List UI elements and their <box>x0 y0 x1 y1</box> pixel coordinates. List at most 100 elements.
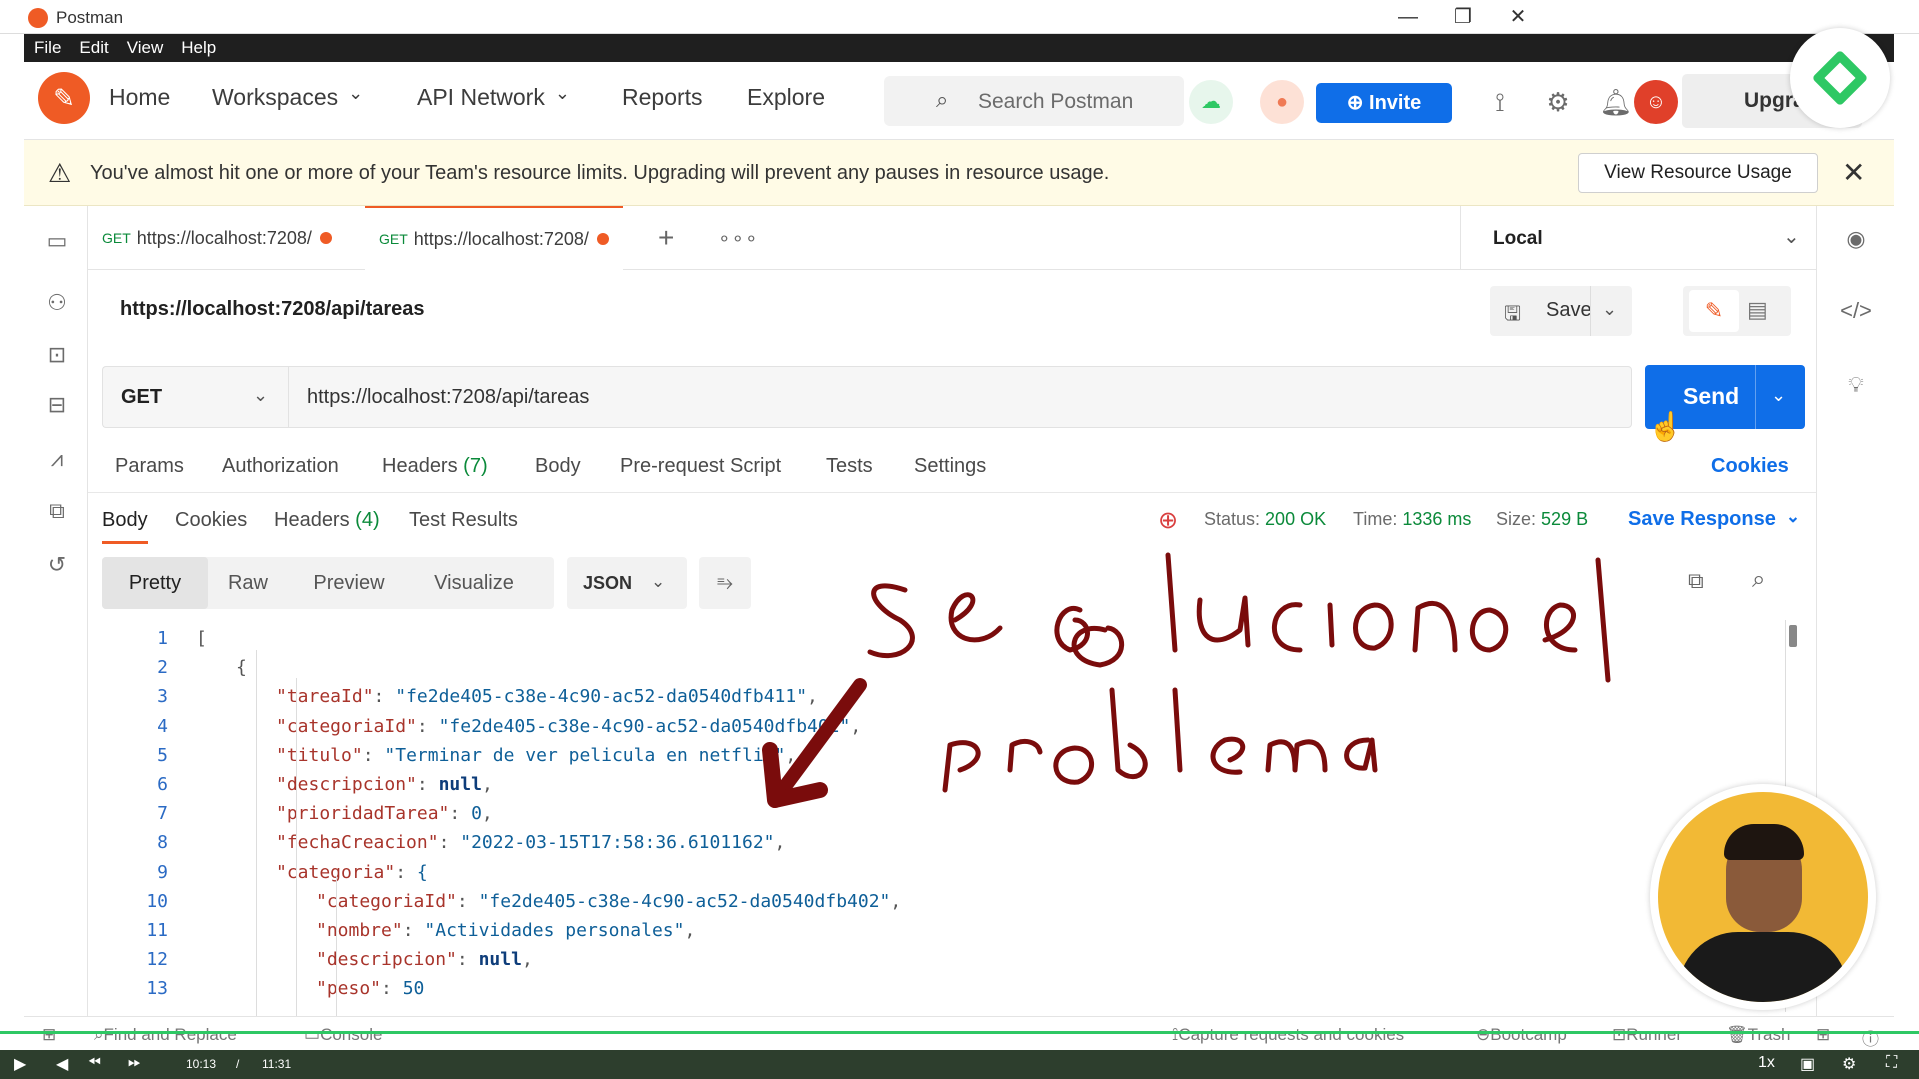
close-window-icon[interactable]: ✕ <box>1498 4 1538 30</box>
save-response-button[interactable]: Save Response ⌄ <box>1628 507 1800 531</box>
tab-settings[interactable]: Settings <box>914 455 986 478</box>
code-icon[interactable]: </> <box>1839 298 1873 324</box>
minimize-icon[interactable]: — <box>1388 4 1428 30</box>
save-icon[interactable]: 🖫 <box>1504 299 1521 333</box>
close-icon[interactable]: ✕ <box>1842 156 1865 189</box>
view-visualize[interactable]: Visualize <box>410 557 538 609</box>
copy-icon[interactable]: ⧉ <box>1688 568 1704 594</box>
postman-logo-icon[interactable]: ✎ <box>38 72 90 124</box>
globe-icon[interactable]: ⊕ <box>1158 506 1178 535</box>
team-avatar-icon[interactable]: ● <box>1260 80 1304 124</box>
json-value: null <box>438 774 482 795</box>
picture-in-picture-icon[interactable]: ▣ <box>1800 1054 1815 1074</box>
scrollbar[interactable] <box>1789 625 1797 647</box>
nav-api-network[interactable]: API Network ⌄ <box>417 83 570 111</box>
save-button[interactable]: Save <box>1546 299 1592 322</box>
eye-icon[interactable]: ◉ <box>1839 226 1873 252</box>
view-pretty[interactable]: Pretty <box>102 557 208 609</box>
play-icon[interactable]: ▶ <box>14 1054 26 1074</box>
response-tab-headers[interactable]: Headers (4) <box>274 509 380 532</box>
satellite-icon[interactable]: ⟟ <box>1482 84 1518 120</box>
send-options-chevron-icon[interactable]: ⌄ <box>1771 385 1786 406</box>
tab-tests[interactable]: Tests <box>826 455 873 478</box>
bell-icon[interactable]: 🔔︎ <box>1598 84 1634 120</box>
lightbulb-icon[interactable]: 💡︎ <box>1839 372 1873 398</box>
find-replace-button[interactable]: ⌕ Find and Replace <box>94 1025 237 1045</box>
code-line: [ <box>196 628 207 649</box>
tab-headers[interactable]: Headers (7) <box>382 455 488 478</box>
flows-icon[interactable]: ⧉ <box>44 498 70 524</box>
monitors-icon[interactable]: ⩘ <box>44 446 70 472</box>
view-preview[interactable]: Preview <box>288 557 410 609</box>
response-tab-body[interactable]: Body <box>102 509 148 544</box>
method-select[interactable]: GET ⌄ <box>102 366 288 428</box>
menu-help[interactable]: Help <box>181 34 216 62</box>
save-button-group: 🖫 Save ⌄ <box>1490 286 1632 336</box>
apis-icon[interactable]: ⚇ <box>44 290 70 316</box>
environment-selector[interactable]: Local ⌄ <box>1460 206 1816 270</box>
fast-forward-icon[interactable]: ⏩︎ <box>128 1054 141 1072</box>
menu-edit[interactable]: Edit <box>79 34 108 62</box>
nav-workspaces-label: Workspaces <box>212 84 339 110</box>
tab-authorization[interactable]: Authorization <box>222 455 339 478</box>
tab-request-2[interactable]: GET https://localhost:7208/ <box>365 206 623 270</box>
json-punct: , <box>890 890 902 912</box>
json-punct: , <box>807 686 818 708</box>
environments-icon[interactable]: ⊡ <box>44 342 70 368</box>
history-icon[interactable]: ↺ <box>44 552 70 578</box>
console-button[interactable]: ▭ Console <box>304 1025 382 1045</box>
response-body-code[interactable]: 1 [2 {3 "tareaId": "fe2de405-c38e-4c90-ac52… <box>88 620 1788 1030</box>
two-pane-icon[interactable]: ⊞ <box>42 1025 56 1045</box>
trash-button[interactable]: 🗑︎ Trash <box>1726 1025 1790 1045</box>
video-progress-bar[interactable] <box>0 1031 1919 1034</box>
sync-status-icon[interactable]: ☁ <box>1189 80 1233 124</box>
layout-icon[interactable]: ⊞ <box>1816 1025 1830 1045</box>
new-tab-plus-icon[interactable]: + <box>658 222 674 254</box>
invite-button[interactable]: ⊕ Invite <box>1316 83 1452 123</box>
fullscreen-icon[interactable]: ⛶ <box>1886 1054 1897 1072</box>
tab-prerequest-script[interactable]: Pre-request Script <box>620 455 781 478</box>
search-bar[interactable]: ⌕ Search Postman <box>884 76 1184 126</box>
mock-servers-icon[interactable]: ⊟ <box>44 392 70 418</box>
code-line: "titulo": "Terminar de ver pelicula en n… <box>276 744 797 766</box>
menu-view[interactable]: View <box>127 34 164 62</box>
volume-icon[interactable]: ◀︎ <box>56 1054 68 1074</box>
more-tabs-icon[interactable]: ∘∘∘ <box>718 226 759 251</box>
view-raw[interactable]: Raw <box>208 557 288 609</box>
collections-icon[interactable]: ▭ <box>44 228 70 254</box>
nav-explore[interactable]: Explore <box>747 84 825 111</box>
format-select[interactable]: JSON ⌄ <box>567 557 687 609</box>
gear-icon[interactable]: ⚙ <box>1540 84 1576 120</box>
rewind-icon[interactable]: ⏪︎ <box>88 1054 101 1072</box>
wrap-lines-icon[interactable]: ⥱ <box>699 557 751 609</box>
code-line: { <box>236 657 247 678</box>
request-name[interactable]: https://localhost:7208/api/tareas <box>120 298 425 321</box>
nav-reports[interactable]: Reports <box>622 84 703 111</box>
capture-button[interactable]: ⟟ Capture requests and cookies <box>1172 1025 1404 1045</box>
save-options-chevron-icon[interactable]: ⌄ <box>1602 299 1617 320</box>
restore-icon[interactable]: ❐ <box>1443 4 1483 30</box>
user-avatar[interactable]: ☺ <box>1634 80 1678 124</box>
divider <box>1590 286 1591 336</box>
search-icon[interactable]: ⌕ <box>1752 566 1765 594</box>
view-resource-usage-button[interactable]: View Resource Usage <box>1578 153 1818 193</box>
response-tab-test-results[interactable]: Test Results <box>409 509 518 532</box>
settings-gear-icon[interactable]: ⚙ <box>1842 1054 1856 1074</box>
url-input[interactable] <box>288 366 1632 428</box>
help-icon[interactable]: ⓘ <box>1862 1025 1879 1050</box>
playback-speed[interactable]: 1x <box>1758 1054 1775 1072</box>
response-size: Size: 529 B <box>1496 509 1588 530</box>
bootcamp-icon: ⊖ <box>1476 1025 1491 1044</box>
menu-file[interactable]: File <box>34 34 61 62</box>
comment-icon[interactable]: ▤ <box>1747 297 1768 323</box>
nav-home[interactable]: Home <box>109 84 170 111</box>
nav-workspaces[interactable]: Workspaces ⌄ <box>212 83 363 111</box>
response-tab-cookies[interactable]: Cookies <box>175 509 247 532</box>
tab-params[interactable]: Params <box>115 455 184 478</box>
cookies-link[interactable]: Cookies <box>1711 455 1789 478</box>
pencil-icon[interactable]: ✎ <box>1689 290 1739 332</box>
tab-body[interactable]: Body <box>535 455 581 478</box>
runner-button[interactable]: ⊡ Runner <box>1612 1025 1682 1045</box>
tab-request-1[interactable]: GET https://localhost:7208/ <box>88 206 346 270</box>
bootcamp-button[interactable]: ⊖ Bootcamp <box>1476 1025 1567 1045</box>
